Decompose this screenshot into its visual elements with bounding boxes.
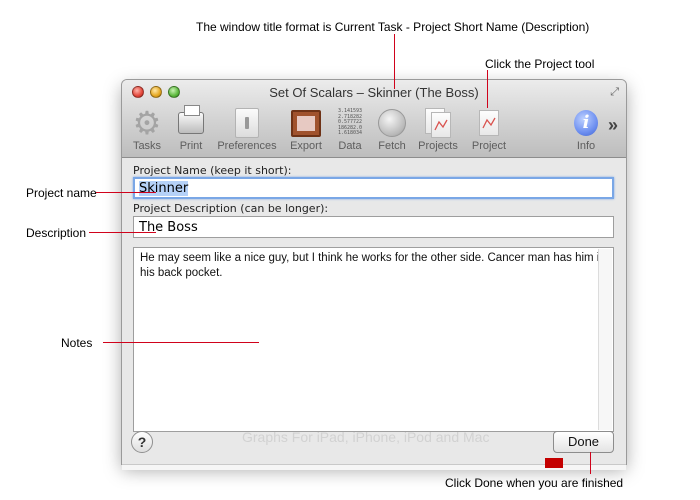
project-name-label: Project Name (keep it short): xyxy=(133,164,292,177)
picture-frame-icon xyxy=(291,109,321,137)
fetch-label: Fetch xyxy=(378,140,406,152)
project-name-field[interactable]: Skinner xyxy=(133,177,614,199)
globe-icon xyxy=(378,109,406,137)
fullscreen-icon[interactable]: ⤢ xyxy=(610,86,619,99)
tasks-tool[interactable]: ⚙ Tasks xyxy=(128,107,166,155)
window-title: Set Of Scalars – Skinner (The Boss) xyxy=(269,85,479,100)
notes-textarea[interactable]: He may seem like a nice guy, but I think… xyxy=(133,247,614,432)
project-name-value: Skinner xyxy=(139,181,189,196)
switch-icon xyxy=(235,108,259,138)
notes-pointer-line xyxy=(103,342,259,343)
description-annotation: Description xyxy=(26,226,87,240)
tasks-label: Tasks xyxy=(132,140,162,152)
title-pointer-line xyxy=(394,34,395,89)
printer-icon xyxy=(178,105,204,134)
project-form: Graphs For iPad, iPhone, iPod and Mac Pr… xyxy=(122,159,626,464)
description-pointer-line xyxy=(89,232,156,233)
project-window: Set Of Scalars – Skinner (The Boss) ⤢ ⚙ … xyxy=(122,80,626,464)
background-red-marker xyxy=(545,458,563,468)
documents-icon xyxy=(425,108,451,138)
projects-tool[interactable]: Projects xyxy=(414,107,462,155)
done-pointer-line xyxy=(590,452,591,474)
fetch-tool[interactable]: Fetch xyxy=(374,107,410,155)
info-label: Info xyxy=(576,140,596,152)
project-name-pointer-line xyxy=(96,192,156,193)
title-bar: Set Of Scalars – Skinner (The Boss) ⤢ ⚙ … xyxy=(122,80,626,158)
title-format-annotation: The window title format is Current Task … xyxy=(196,20,590,34)
preferences-tool[interactable]: Preferences xyxy=(214,107,280,155)
project-tool-annotation: Click the Project tool xyxy=(485,57,595,71)
data-tool[interactable]: 3.141593 2.718282 0.577722 186282.0 1.61… xyxy=(332,107,368,155)
data-label: Data xyxy=(338,140,362,152)
chart-document-icon xyxy=(479,110,499,136)
print-label: Print xyxy=(179,140,203,152)
project-tool-pointer-line xyxy=(487,70,488,108)
notes-text: He may seem like a nice guy, but I think… xyxy=(140,252,606,279)
numbers-icon-line: 1.618034 xyxy=(337,130,363,137)
notes-scrollbar[interactable] xyxy=(598,249,612,430)
project-description-label: Project Description (can be longer): xyxy=(133,202,329,215)
numbers-icon: 3.141593 2.718282 0.577722 186282.0 1.61… xyxy=(338,109,362,137)
done-annotation: Click Done when you are finished xyxy=(445,476,624,490)
info-tool[interactable]: i Info xyxy=(574,107,598,155)
toolbar: ⚙ Tasks Print Preferences Export 3.14159… xyxy=(128,105,618,155)
print-tool[interactable]: Print xyxy=(174,105,208,155)
gear-icon: ⚙ xyxy=(132,105,162,141)
help-button[interactable]: ? xyxy=(131,431,153,453)
info-icon: i xyxy=(574,110,598,136)
preferences-label: Preferences xyxy=(217,140,277,152)
project-description-field[interactable]: The Boss xyxy=(133,216,614,238)
chevron-right-icon[interactable]: » xyxy=(608,115,618,136)
project-label: Project xyxy=(471,140,507,152)
project-name-annotation: Project name xyxy=(26,186,97,200)
project-tool[interactable]: Project xyxy=(468,107,510,155)
done-button[interactable]: Done xyxy=(553,431,614,453)
notes-annotation: Notes xyxy=(61,336,93,350)
projects-label: Projects xyxy=(418,140,458,152)
export-label: Export xyxy=(290,140,322,152)
export-tool[interactable]: Export xyxy=(286,107,326,155)
